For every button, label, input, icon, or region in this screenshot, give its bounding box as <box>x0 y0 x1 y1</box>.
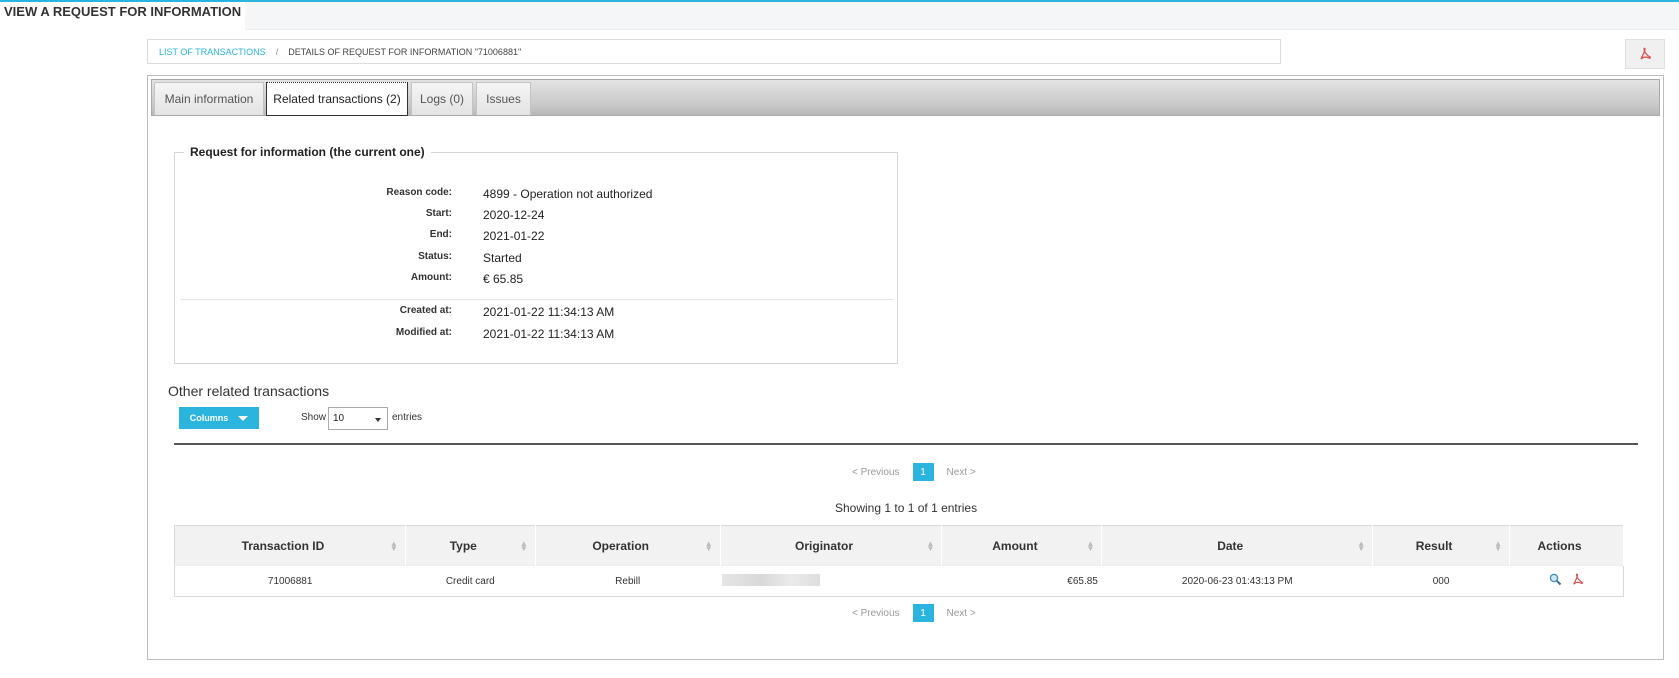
field-created-at: Created at: 2021-01-22 11:34:13 AM <box>175 305 875 321</box>
field-value: 2021-01-22 11:34:13 AM <box>483 305 615 319</box>
breadcrumb-list-of-transactions[interactable]: LIST OF TRANSACTIONS <box>159 47 266 57</box>
sort-icon: ▲ ▼ <box>704 539 713 553</box>
caret-down-icon <box>238 415 249 421</box>
pagination-previous[interactable]: < Previous <box>852 608 900 619</box>
sort-icon: ▲ ▼ <box>389 539 398 553</box>
tab-bar: Main information Related transactions (2… <box>151 79 1660 116</box>
tab-main-information[interactable]: Main information <box>154 82 264 115</box>
sort-icon: ▲ ▼ <box>1357 539 1366 553</box>
table-row: 71006881 Credit card Rebill €65.85 2020-… <box>174 565 1624 597</box>
field-value: 2021-01-22 <box>483 229 545 243</box>
tab-related-transactions[interactable]: Related transactions (2) <box>266 82 408 116</box>
tab-logs[interactable]: Logs (0) <box>411 82 473 115</box>
col-header-originator[interactable]: Originator ▲ ▼ <box>720 525 943 566</box>
tab-issues[interactable]: Issues <box>476 82 531 115</box>
col-header-amount[interactable]: Amount ▲ ▼ <box>941 525 1103 566</box>
select-caret-icon <box>375 418 381 422</box>
col-header-actions: Actions <box>1509 525 1624 566</box>
columns-button[interactable]: Columns <box>179 407 259 429</box>
entries-per-page-select[interactable]: 10 <box>328 407 388 430</box>
page-title: VIEW A REQUEST FOR INFORMATION <box>4 4 242 19</box>
col-header-type[interactable]: Type ▲ ▼ <box>405 525 536 566</box>
pagination-previous[interactable]: < Previous <box>852 467 900 478</box>
col-header-transaction-id[interactable]: Transaction ID ▲ ▼ <box>174 525 406 566</box>
cell-transaction-id: 71006881 <box>174 565 406 597</box>
breadcrumb-current: DETAILS OF REQUEST FOR INFORMATION "7100… <box>288 46 522 57</box>
current-rfi-fieldset: Request for information (the current one… <box>174 145 898 364</box>
field-value: € 65.85 <box>483 272 524 286</box>
field-value: 2021-01-22 11:34:13 AM <box>483 327 615 341</box>
field-label: End: <box>429 229 452 240</box>
pagination-bottom: < Previous 1 Next > <box>852 603 976 623</box>
cell-amount: €65.85 <box>941 565 1102 597</box>
cell-result: 000 <box>1372 565 1510 597</box>
field-value: 4899 - Operation not authorized <box>483 187 653 201</box>
col-header-operation[interactable]: Operation ▲ ▼ <box>535 525 721 566</box>
pagination-next[interactable]: Next > <box>947 467 976 478</box>
pdf-icon[interactable] <box>1571 573 1584 589</box>
cell-actions <box>1509 565 1624 597</box>
page-title-bar: VIEW A REQUEST FOR INFORMATION <box>0 2 245 30</box>
magnifier-icon[interactable] <box>1549 573 1562 589</box>
other-related-heading: Other related transactions <box>168 383 330 399</box>
show-label: Show <box>301 412 327 423</box>
sort-icon: ▲ ▼ <box>1494 539 1503 553</box>
rfi-legend: Request for information (the current one… <box>190 145 425 159</box>
col-header-result[interactable]: Result ▲ ▼ <box>1372 525 1511 566</box>
pagination-page-1[interactable]: 1 <box>912 463 934 481</box>
cell-type: Credit card <box>405 565 536 597</box>
columns-button-label: Columns <box>189 413 229 423</box>
field-label: Modified at: <box>395 327 452 338</box>
rfi-divider <box>180 299 893 300</box>
sort-icon: ▲ ▼ <box>926 539 935 553</box>
related-transactions-table: Transaction ID ▲ ▼ Type ▲ ▼ Operation ▲ ▼ Orig… <box>174 525 1624 597</box>
cell-date: 2020-06-23 01:43:13 PM <box>1101 565 1373 597</box>
field-label: Reason code: <box>386 187 452 198</box>
sort-icon: ▲ ▼ <box>1086 539 1095 553</box>
field-value: 2020-12-24 <box>483 208 545 222</box>
entries-select-value: 10 <box>333 413 345 424</box>
field-start: Start: 2020-12-24 <box>175 208 875 224</box>
pagination-page-1[interactable]: 1 <box>912 604 934 622</box>
field-modified-at: Modified at: 2021-01-22 11:34:13 AM <box>175 327 875 343</box>
toolbar-divider <box>174 443 1638 445</box>
field-value: Started <box>483 251 522 265</box>
breadcrumb: LIST OF TRANSACTIONS / DETAILS OF REQUES… <box>147 39 1281 64</box>
breadcrumb-separator: / <box>275 46 279 57</box>
entries-label: entries <box>392 412 423 423</box>
cell-originator <box>720 565 942 597</box>
field-status: Status: Started <box>175 251 875 267</box>
field-label: Start: <box>425 208 452 219</box>
col-header-date[interactable]: Date ▲ ▼ <box>1101 525 1374 566</box>
field-label: Amount: <box>410 272 452 283</box>
pagination-next[interactable]: Next > <box>947 608 976 619</box>
pdf-icon <box>1640 47 1652 60</box>
field-amount: Amount: € 65.85 <box>175 272 875 288</box>
export-pdf-button[interactable] <box>1625 39 1665 69</box>
pagination-top: < Previous 1 Next > <box>852 462 976 482</box>
redacted-originator <box>722 573 821 586</box>
showing-entries-info: Showing 1 to 1 of 1 entries <box>835 501 978 515</box>
table-header-row: Transaction ID ▲ ▼ Type ▲ ▼ Operation ▲ ▼ Orig… <box>174 525 1624 566</box>
header-background <box>245 2 1679 30</box>
field-reason-code: Reason code: 4899 - Operation not author… <box>175 187 875 203</box>
field-label: Created at: <box>399 305 452 316</box>
sort-icon: ▲ ▼ <box>519 539 528 553</box>
cell-operation: Rebill <box>535 565 721 597</box>
field-label: Status: <box>418 251 452 262</box>
field-end: End: 2021-01-22 <box>175 229 875 245</box>
